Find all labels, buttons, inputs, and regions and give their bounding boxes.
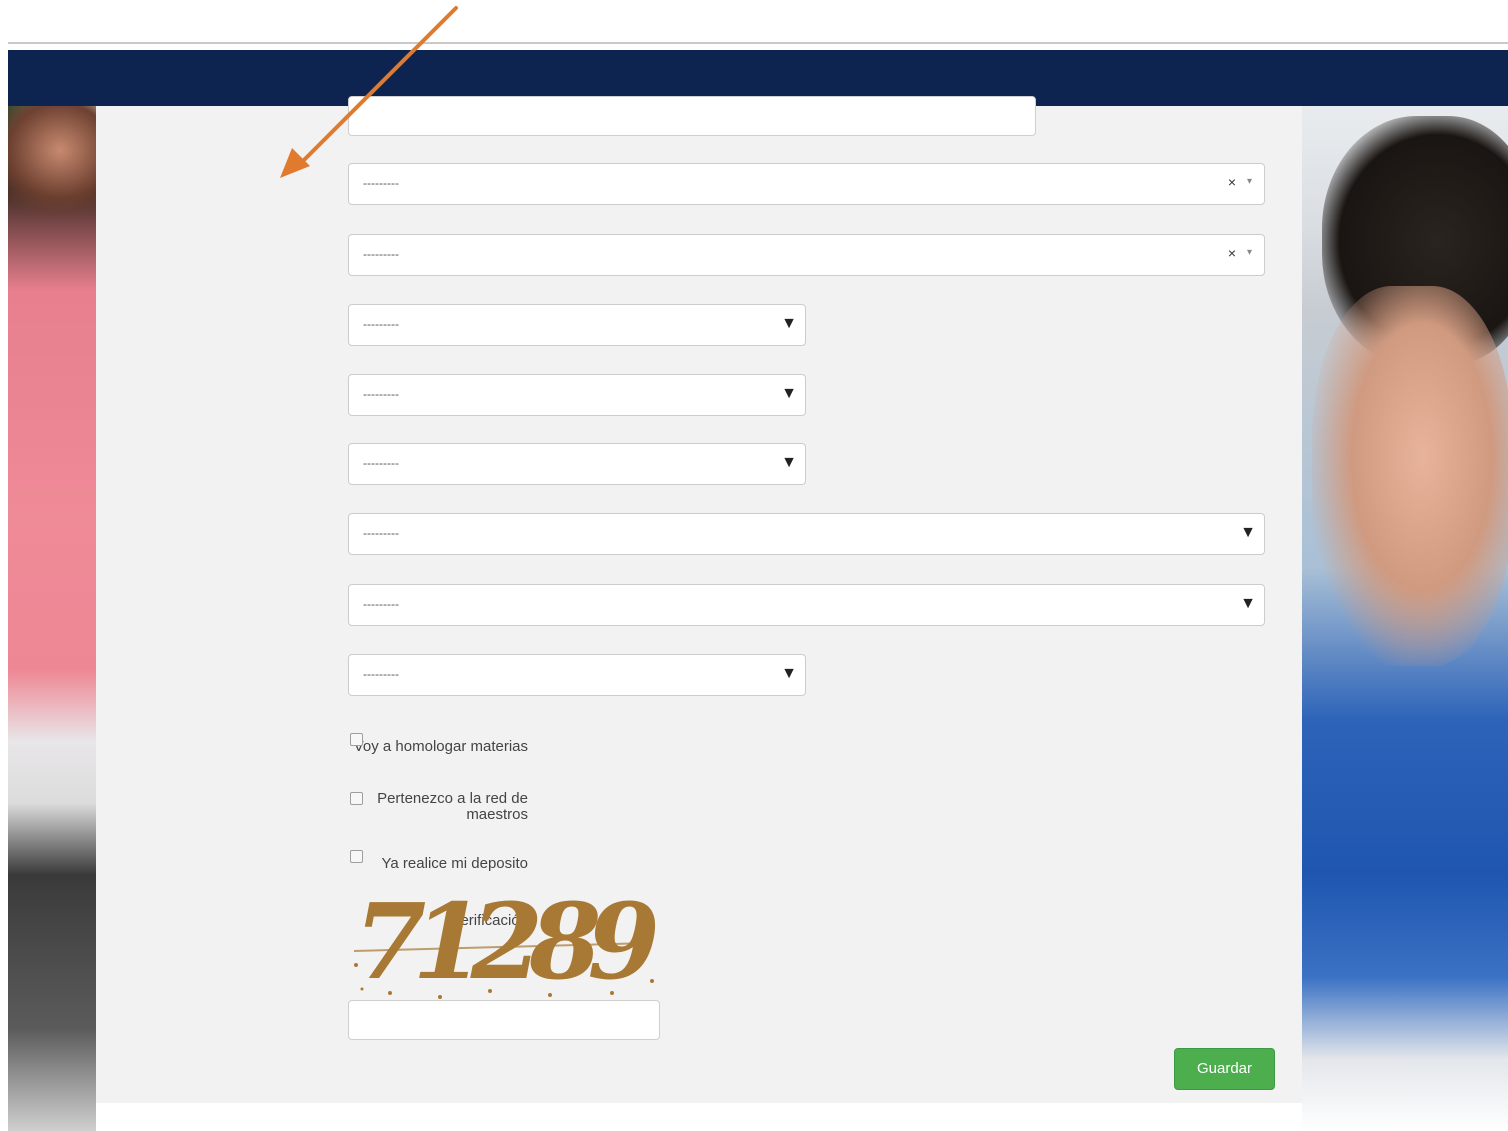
jornada-value: --------- (363, 667, 399, 681)
homologar-label: Voy a homologar materias (353, 738, 528, 755)
photo-detail (8, 106, 96, 216)
como-nos-conocio-value: --------- (363, 317, 399, 331)
clear-icon[interactable]: × (1228, 174, 1236, 190)
photo-detail (1312, 286, 1508, 666)
malla-value: --------- (363, 597, 399, 611)
caret-down-icon: ▼ (1240, 595, 1256, 612)
caret-down-icon: ▼ (781, 454, 797, 471)
deposito-checkbox[interactable] (350, 850, 363, 863)
red-maestros-label: Pertenezco a la red de maestros (308, 791, 528, 823)
captcha-input[interactable] (348, 1000, 660, 1040)
captcha-image: 71289 (350, 887, 660, 1001)
deposito-label: Ya realice mi deposito (381, 855, 528, 872)
chevron-down-icon[interactable]: ▾ (1247, 176, 1252, 187)
colegio-select[interactable]: --------- × ▾ (348, 163, 1265, 205)
background-photo-right (1302, 106, 1508, 1131)
panel-footer (96, 1103, 1302, 1131)
carrera-select[interactable]: --------- ▼ (348, 513, 1265, 555)
background-photo-left (8, 106, 96, 1131)
chevron-down-icon[interactable]: ▾ (1247, 247, 1252, 258)
annotation-arrow (280, 6, 458, 178)
modalidad-select[interactable]: --------- ▼ (348, 374, 806, 416)
lugar-estudios-select[interactable]: --------- ▼ (348, 443, 806, 485)
especialidad-select[interactable]: --------- × ▾ (348, 234, 1265, 276)
caret-down-icon: ▼ (1240, 524, 1256, 541)
divider (8, 42, 1508, 44)
lugar-estudios-value: --------- (363, 456, 399, 470)
browser-top-area (0, 0, 1508, 42)
modalidad-value: --------- (363, 387, 399, 401)
malla-select[interactable]: --------- ▼ (348, 584, 1265, 626)
red-maestros-label-line1: Pertenezco a la red de (377, 790, 528, 807)
caret-down-icon: ▼ (781, 315, 797, 332)
como-nos-conocio-select[interactable]: --------- ▼ (348, 304, 806, 346)
red-maestros-label-line2: maestros (466, 806, 528, 823)
homologar-checkbox[interactable] (350, 733, 363, 746)
jornada-select[interactable]: --------- ▼ (348, 654, 806, 696)
clear-icon[interactable]: × (1228, 245, 1236, 261)
caret-down-icon: ▼ (781, 665, 797, 682)
carrera-value: --------- (363, 526, 399, 540)
red-maestros-checkbox[interactable] (350, 792, 363, 805)
especialidad-value: --------- (363, 247, 399, 261)
caret-down-icon: ▼ (781, 385, 797, 402)
save-button[interactable]: Guardar (1174, 1048, 1275, 1090)
captcha-text: 71289 (354, 880, 660, 1003)
